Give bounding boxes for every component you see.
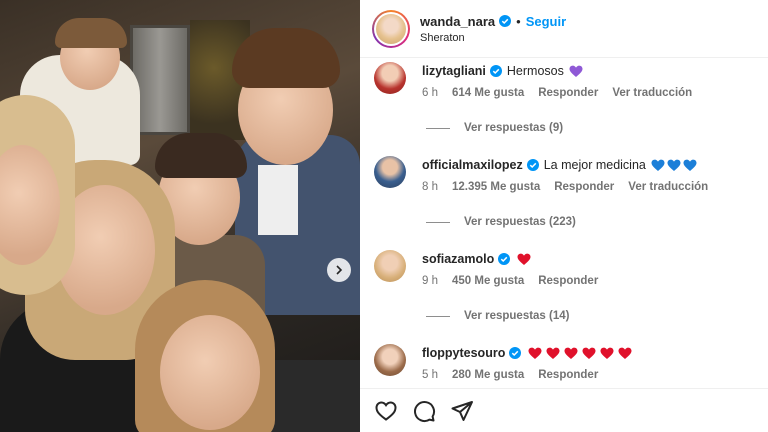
- commenter-avatar[interactable]: [374, 344, 406, 376]
- comment-likes[interactable]: 614 Me gusta: [452, 87, 524, 99]
- author-username[interactable]: wanda_nara: [420, 14, 495, 29]
- purple-heart-icon: [569, 65, 583, 77]
- red-heart-icon: [564, 347, 578, 359]
- verified-badge-icon: [509, 347, 522, 359]
- view-replies-button[interactable]: Ver respuestas (223): [426, 216, 576, 228]
- post-location[interactable]: Sheraton: [420, 32, 566, 44]
- view-replies-label: Ver respuestas (223): [464, 216, 576, 228]
- verified-badge-icon: [498, 253, 511, 265]
- replies-divider: [426, 315, 450, 317]
- comment-time[interactable]: 8 h: [422, 181, 438, 193]
- comment-bubble-icon[interactable]: [412, 399, 436, 423]
- view-replies-button[interactable]: Ver respuestas (14): [426, 310, 569, 322]
- photo-person: [232, 28, 340, 88]
- red-heart-icon: [528, 347, 542, 359]
- red-heart-icon: [618, 347, 632, 359]
- see-translation-button[interactable]: Ver traducción: [628, 181, 708, 193]
- red-heart-icon: [600, 347, 614, 359]
- view-replies-button[interactable]: Ver respuestas (9): [426, 122, 563, 134]
- comment-text: La mejor medicina: [543, 158, 646, 172]
- blue-heart-icon: [667, 159, 681, 171]
- commenter-username[interactable]: floppytesouro: [422, 346, 505, 360]
- comment-time[interactable]: 5 h: [422, 369, 438, 381]
- next-photo-button[interactable]: [327, 258, 351, 282]
- view-replies-label: Ver respuestas (9): [464, 122, 564, 134]
- post-details-pane: wanda_nara • Seguir Sheraton lizytaglian…: [360, 0, 768, 432]
- reply-button[interactable]: Responder: [538, 275, 598, 287]
- red-heart-icon: [582, 347, 596, 359]
- verified-badge-icon: [499, 15, 512, 27]
- commenter-username[interactable]: lizytagliani: [422, 64, 486, 78]
- blue-heart-icon: [683, 159, 697, 171]
- chevron-right-icon: [336, 265, 343, 275]
- comments-list[interactable]: lizytagliani Hermosos 6 h 614 Me gusta R…: [360, 58, 768, 388]
- photo-person: [155, 133, 247, 178]
- view-replies-label: Ver respuestas (14): [464, 310, 570, 322]
- comment-time[interactable]: 9 h: [422, 275, 438, 287]
- heart-outline-icon[interactable]: [374, 399, 398, 423]
- reply-button[interactable]: Responder: [538, 369, 598, 381]
- comment-likes[interactable]: 280 Me gusta: [452, 369, 524, 381]
- commenter-username[interactable]: officialmaxilopez: [422, 158, 523, 172]
- author-avatar[interactable]: [372, 9, 410, 48]
- paper-plane-icon[interactable]: [450, 399, 474, 423]
- post-actions-bar: [360, 388, 768, 432]
- comment-text: Hermosos: [506, 64, 564, 78]
- commenter-avatar[interactable]: [374, 250, 406, 282]
- red-heart-icon: [546, 347, 560, 359]
- comment-likes[interactable]: 450 Me gusta: [452, 275, 524, 287]
- replies-divider: [426, 221, 450, 223]
- photo-person: [258, 165, 298, 235]
- post-header: wanda_nara • Seguir Sheraton: [360, 0, 768, 58]
- see-translation-button[interactable]: Ver traducción: [612, 87, 692, 99]
- follow-button[interactable]: Seguir: [526, 14, 566, 29]
- verified-badge-icon: [489, 65, 502, 77]
- commenter-avatar[interactable]: [374, 156, 406, 188]
- comment-time[interactable]: 6 h: [422, 87, 438, 99]
- separator-dot: •: [516, 13, 521, 29]
- verified-badge-icon: [526, 159, 539, 171]
- photo-person: [55, 18, 127, 48]
- red-heart-icon: [517, 253, 531, 265]
- replies-divider: [426, 127, 450, 129]
- blue-heart-icon: [651, 159, 665, 171]
- reply-button[interactable]: Responder: [538, 87, 598, 99]
- photo-person: [160, 315, 260, 430]
- comment-likes[interactable]: 12.395 Me gusta: [452, 181, 540, 193]
- commenter-avatar[interactable]: [374, 62, 406, 94]
- post-photo[interactable]: [0, 0, 360, 432]
- reply-button[interactable]: Responder: [554, 181, 614, 193]
- commenter-username[interactable]: sofiazamolo: [422, 252, 494, 266]
